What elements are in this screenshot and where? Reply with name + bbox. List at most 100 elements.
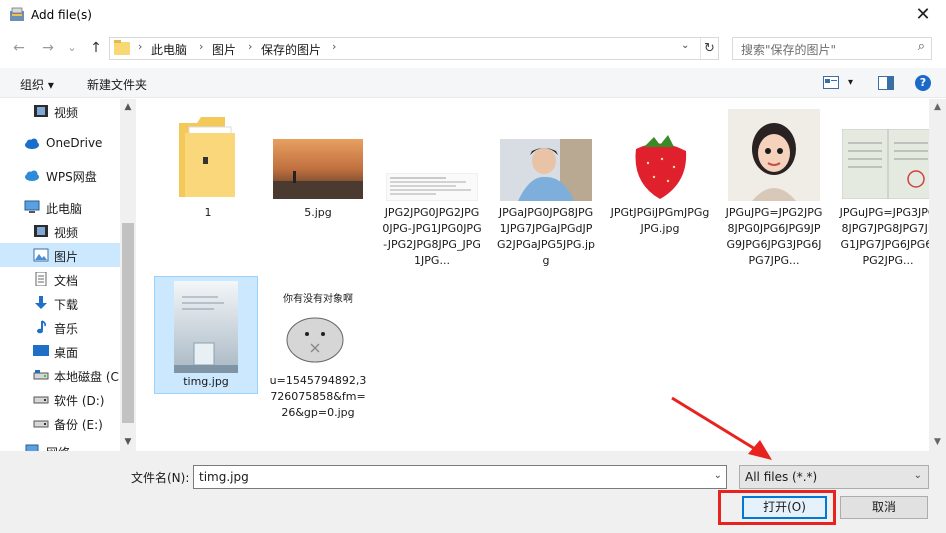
sidebar-item-label: 备份 (E:) <box>54 418 103 432</box>
sidebar-item-label: 视频 <box>54 226 79 240</box>
sidebar-item-wps-cloud[interactable]: WPS网盘 <box>0 163 120 187</box>
chevron-up-icon[interactable]: ▲ <box>929 102 946 112</box>
chevron-down-icon[interactable]: ⌄ <box>681 40 689 51</box>
back-button[interactable]: ← <box>9 38 29 58</box>
search-placeholder: 搜索"保存的图片" <box>741 43 837 57</box>
chevron-down-icon[interactable]: ▼ <box>120 437 136 447</box>
file-list: 1 5.jpg JPG2JPG0JPG2JPG0JPG-JPG1JPG0JPG-… <box>136 99 936 451</box>
navigation-bar: ← → ⌄ ↑ › 此电脑 › 图片 › 保存的图片 › ⌄ ↻ 搜索"保存的图… <box>0 33 946 63</box>
drive-icon <box>33 420 49 428</box>
file-item-image[interactable]: JPGuJPG=JPG2JPG8JPG0JPG6JPG9JPG9JPG6JPG3… <box>722 105 826 275</box>
desktop-icon <box>33 345 49 356</box>
file-name: JPGuJPG=JPG3JPG8JPG7JPG8JPG7JPG1JPG7JPG6… <box>839 206 937 267</box>
file-name: JPGtJPGiJPGmJPGgJPG.jpg <box>610 206 710 235</box>
meme-text: 你有没有对象啊 <box>283 294 353 305</box>
sidebar-item-label: 图片 <box>54 250 79 264</box>
chevron-down-icon[interactable]: ▼ <box>929 437 946 447</box>
sidebar-item-drive-d[interactable]: 软件 (D:) <box>0 387 120 411</box>
sidebar-item-label: WPS网盘 <box>46 170 97 184</box>
sidebar-item-drive-e[interactable]: 备份 (E:) <box>0 411 120 435</box>
filename-value: timg.jpg <box>199 470 249 484</box>
chevron-down-icon[interactable]: ⌄ <box>914 470 922 481</box>
file-item-image[interactable]: JPGuJPG=JPG3JPG8JPG7JPG8JPG7JPG1JPG7JPG6… <box>836 105 940 275</box>
sidebar-item-label: 软件 (D:) <box>54 394 105 408</box>
sidebar-item-label: 音乐 <box>54 322 79 336</box>
image-thumbnail <box>273 139 363 199</box>
file-item-image-selected[interactable]: timg.jpg <box>154 276 258 394</box>
folder-icon <box>114 40 130 55</box>
sidebar-item-label: 网络 <box>46 444 70 451</box>
breadcrumb-pictures[interactable]: 图片 <box>212 41 236 58</box>
file-name: JPGaJPG0JPG8JPG1JPG7JPGaJPGdJPG2JPGaJPG5… <box>496 206 595 267</box>
sidebar-item-label: 视频 <box>54 106 79 120</box>
breadcrumb-separator[interactable]: › <box>248 40 252 53</box>
sidebar-scrollbar[interactable]: ▲ ▼ <box>120 99 136 451</box>
image-thumbnail <box>614 123 706 203</box>
filetype-select[interactable]: All files (*.*) ⌄ <box>739 465 929 489</box>
image-thumbnail <box>500 139 592 201</box>
file-item-folder[interactable]: 1 <box>156 105 260 225</box>
sidebar-item-label: 下载 <box>54 298 79 312</box>
title-bar: Add file(s) ✕ <box>0 0 946 31</box>
chevron-down-icon[interactable]: ⌄ <box>714 470 722 481</box>
organize-button[interactable]: 组织 ▾ <box>20 76 54 93</box>
breadcrumb-separator[interactable]: › <box>332 40 336 53</box>
sidebar-item-videos[interactable]: 视频 <box>0 219 120 243</box>
file-item-image[interactable]: JPGtJPGiJPGmJPGgJPG.jpg <box>608 105 712 245</box>
sidebar-scroll-thumb[interactable] <box>122 223 134 423</box>
command-toolbar: 组织 ▾ 新建文件夹 ▾ ? <box>0 68 946 98</box>
sidebar-item-network[interactable]: 网络 <box>0 439 120 451</box>
documents-icon <box>35 272 47 286</box>
search-icon: ⌕ <box>917 39 925 54</box>
breadcrumb-saved-pictures[interactable]: 保存的图片 <box>261 41 321 58</box>
image-thumbnail <box>386 173 478 201</box>
cloud-icon <box>25 138 39 149</box>
up-button[interactable]: ↑ <box>86 38 106 58</box>
file-item-image[interactable]: 5.jpg <box>266 105 370 225</box>
view-icon[interactable] <box>823 76 839 89</box>
file-list-scrollbar[interactable]: ▲ ▼ <box>929 99 946 451</box>
chevron-up-icon[interactable]: ▲ <box>120 102 136 112</box>
network-icon <box>25 444 39 451</box>
image-thumbnail <box>842 129 934 199</box>
pictures-icon <box>33 248 49 262</box>
sidebar-item-label: 此电脑 <box>46 202 83 216</box>
sidebar-item-music[interactable]: 音乐 <box>0 315 120 339</box>
sidebar-item-documents[interactable]: 文档 <box>0 267 120 291</box>
sidebar-item-pictures[interactable]: 图片 <box>0 243 120 267</box>
open-button[interactable]: 打开(O) <box>742 496 827 519</box>
sidebar-item-desktop[interactable]: 桌面 <box>0 339 120 363</box>
forward-button[interactable]: → <box>38 38 58 58</box>
file-name: 1 <box>204 206 212 219</box>
sidebar-item-label: 桌面 <box>54 346 79 360</box>
filename-label: 文件名(N): <box>131 471 190 485</box>
file-name: timg.jpg <box>183 375 229 388</box>
help-button[interactable]: ? <box>915 75 931 91</box>
sidebar-item-drive-c[interactable]: 本地磁盘 (C <box>0 363 120 387</box>
file-item-image[interactable]: JPGaJPG0JPG8JPG1JPG7JPGaJPGdJPG2JPGaJPG5… <box>494 105 598 275</box>
view-menu-button[interactable]: ▾ <box>848 77 853 88</box>
dialog-footer: 文件名(N): timg.jpg ⌄ All files (*.*) ⌄ 打开(… <box>0 451 946 533</box>
breadcrumb-separator[interactable]: › <box>199 40 203 53</box>
sidebar-item-videos-quick[interactable]: 视频 <box>0 99 120 123</box>
search-input[interactable]: 搜索"保存的图片" ⌕ <box>732 37 932 60</box>
sidebar-item-downloads[interactable]: 下载 <box>0 291 120 315</box>
video-icon <box>34 225 48 237</box>
breadcrumb-this-pc[interactable]: 此电脑 <box>151 41 187 58</box>
file-item-image[interactable]: JPG2JPG0JPG2JPG0JPG-JPG1JPG0JPG-JPG2JPG8… <box>380 105 484 275</box>
cancel-button[interactable]: 取消 <box>840 496 928 519</box>
recent-locations-button[interactable]: ⌄ <box>62 38 82 58</box>
sidebar-item-label: 本地磁盘 (C <box>54 370 119 384</box>
new-folder-button[interactable]: 新建文件夹 <box>87 76 147 93</box>
filename-input[interactable]: timg.jpg ⌄ <box>193 465 727 489</box>
close-button[interactable]: ✕ <box>910 4 936 26</box>
breadcrumb-separator[interactable]: › <box>138 40 142 53</box>
refresh-button[interactable]: ↻ <box>700 38 718 59</box>
music-icon <box>37 320 46 334</box>
sidebar-item-onedrive[interactable]: OneDrive <box>0 131 120 155</box>
preview-pane-icon[interactable] <box>878 76 894 90</box>
address-bar[interactable]: › 此电脑 › 图片 › 保存的图片 › ⌄ ↻ <box>109 37 719 60</box>
download-icon <box>35 296 47 309</box>
file-item-image[interactable]: 你有没有对象啊 u=1545794892,3726075858&fm=26&gp… <box>266 276 370 436</box>
sidebar-item-this-pc[interactable]: 此电脑 <box>0 195 120 219</box>
